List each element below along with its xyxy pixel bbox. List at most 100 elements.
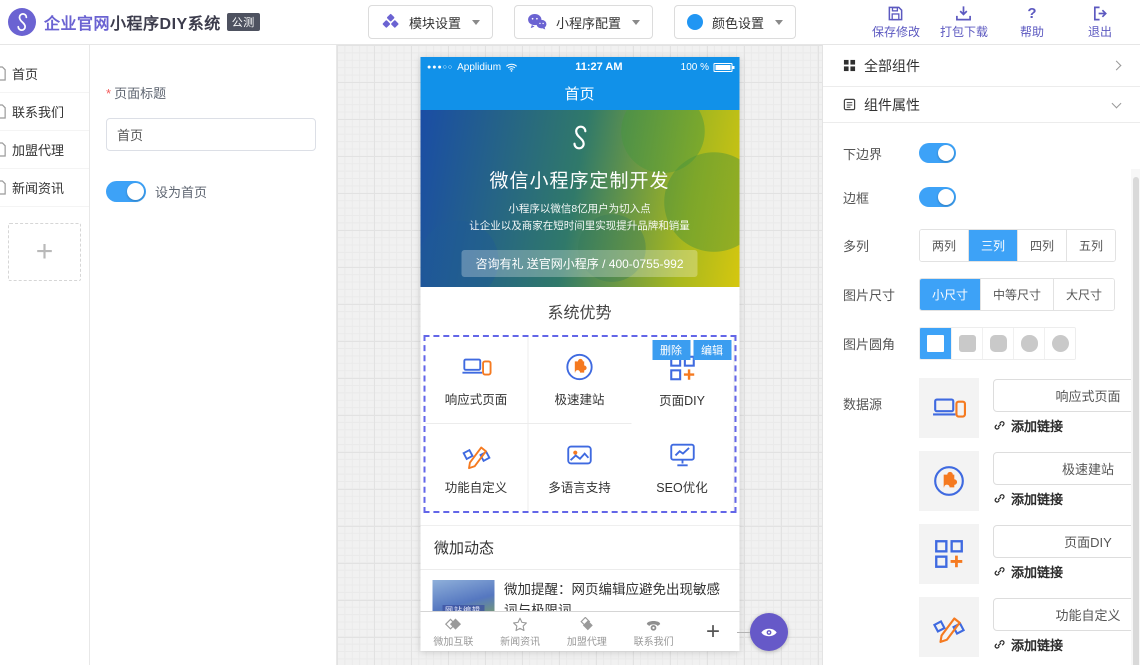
feature-label: 极速建站	[554, 389, 604, 408]
sidebar-item-agency[interactable]: 加盟代理	[0, 131, 89, 169]
page-icon	[0, 142, 7, 157]
delete-button[interactable]: 删除	[652, 340, 690, 360]
panel-header-label: 组件属性	[864, 95, 920, 115]
image-radius-row: 图片圆角	[823, 327, 1140, 360]
responsive-icon	[932, 391, 966, 425]
phone-nav-title: 首页	[564, 83, 594, 104]
columns-option-5[interactable]: 五列	[1066, 230, 1115, 261]
feature-item[interactable]: 响应式页面	[425, 337, 528, 424]
add-link-button[interactable]: 添加链接	[993, 489, 1140, 508]
link-icon	[993, 419, 1006, 432]
columns-option-2[interactable]: 两列	[920, 230, 968, 261]
pencil-icon	[461, 440, 491, 470]
columns-option-4[interactable]: 四列	[1017, 230, 1066, 261]
chevron-down-icon	[1112, 98, 1122, 108]
link-icon	[993, 638, 1006, 651]
sidebar-item-news[interactable]: 新闻资讯	[0, 169, 89, 207]
datasource-title-input[interactable]	[993, 379, 1140, 412]
puzzle-icon	[932, 464, 966, 498]
datasource-title-input[interactable]	[993, 452, 1140, 485]
radius-option-medium[interactable]	[982, 328, 1013, 359]
size-option-large[interactable]: 大尺寸	[1053, 279, 1114, 310]
design-canvas: ●●●○○ Applidium 11:27 AM 100 % 首页 微信小程序定…	[337, 45, 822, 665]
radius-option-circle[interactable]	[1044, 328, 1075, 359]
all-components-header[interactable]: 全部组件	[823, 45, 1140, 87]
columns-option-3[interactable]: 三列	[968, 230, 1017, 261]
sidebar-item-home[interactable]: 首页	[0, 55, 89, 93]
page-label: 联系我们	[12, 102, 64, 121]
feature-item[interactable]: SEO优化	[631, 424, 734, 511]
help-button[interactable]: ? 帮助	[1008, 5, 1056, 40]
feature-item[interactable]: 多语言支持	[528, 424, 631, 511]
page-properties-column: *页面标题 设为首页	[90, 45, 337, 665]
add-link-button[interactable]: 添加链接	[993, 635, 1140, 654]
list-icon	[843, 98, 856, 111]
carrier-label: Applidium	[457, 62, 501, 73]
tab-agency[interactable]: 加盟代理	[554, 615, 621, 648]
border-toggle[interactable]	[919, 187, 956, 207]
add-link-button[interactable]: 添加链接	[993, 416, 1140, 435]
banner-cta-button[interactable]: 咨询有礼 送官网小程序 / 400-0755-992	[461, 250, 697, 277]
datasource-row: 添加链接	[919, 451, 1140, 511]
save-button[interactable]: 保存修改	[872, 5, 920, 40]
radius-option-small[interactable]	[951, 328, 982, 359]
border-row: 边框	[823, 187, 1140, 207]
app-title: 企业官网 小程序DIY系统 公测	[44, 10, 260, 34]
plus-icon: +	[706, 618, 720, 645]
add-link-button[interactable]: 添加链接	[993, 562, 1140, 581]
datasource-list: 添加链接 添加链接	[919, 378, 1140, 665]
tab-weijia[interactable]: 微加互联	[420, 615, 487, 648]
app-title-secondary: 小程序DIY系统	[110, 10, 221, 34]
brand: 企业官网 小程序DIY系统 公测	[8, 8, 260, 36]
monitor-chart-icon	[667, 440, 697, 470]
module-settings-menu[interactable]: 模块设置	[368, 5, 493, 39]
tabbar-add-button[interactable]: +	[687, 618, 739, 646]
component-props-header[interactable]: 组件属性	[823, 87, 1140, 123]
selection-actions: 删除 编辑	[652, 340, 731, 360]
edit-button[interactable]: 编辑	[693, 340, 731, 360]
prop-label: 多列	[843, 236, 919, 255]
page-label: 首页	[12, 64, 38, 83]
datasource-thumb[interactable]	[919, 451, 979, 511]
feature-grid-component[interactable]: 删除 编辑 响应式页面 极速建站 页面DIY	[423, 335, 736, 513]
tab-contact[interactable]: 联系我们	[620, 615, 687, 648]
datasource-row: 添加链接	[919, 378, 1140, 438]
toolbar-menus: 模块设置 小程序配置 颜色设置	[368, 5, 796, 39]
news-section: 微加动态 网站编辑 微加提醒：网页编辑应避免出现敏感词与极限词	[420, 525, 739, 622]
scrollbar-thumb[interactable]	[1133, 177, 1139, 665]
miniprogram-config-menu[interactable]: 小程序配置	[514, 5, 653, 39]
radius-option-none[interactable]	[920, 328, 951, 359]
phone-navbar: 首页	[420, 77, 739, 110]
datasource-title-input[interactable]	[993, 525, 1140, 558]
tab-label: 联系我们	[634, 633, 674, 648]
datasource-thumb[interactable]	[919, 524, 979, 584]
phone-statusbar: ●●●○○ Applidium 11:27 AM 100 %	[420, 57, 739, 77]
sidebar-item-contact[interactable]: 联系我们	[0, 93, 89, 131]
tags-icon	[578, 617, 595, 632]
image-icon	[565, 440, 595, 470]
banner-carousel[interactable]: 微信小程序定制开发 小程序以微信8亿用户为切入点 让企业以及商家在短时间里实现提…	[420, 110, 739, 287]
set-home-toggle[interactable]	[106, 181, 146, 202]
size-option-medium[interactable]: 中等尺寸	[980, 279, 1053, 310]
tab-news[interactable]: 新闻资讯	[487, 615, 554, 648]
datasource-thumb[interactable]	[919, 378, 979, 438]
bottom-border-toggle[interactable]	[919, 143, 956, 163]
datasource-thumb[interactable]	[919, 597, 979, 657]
download-button[interactable]: 打包下载	[940, 5, 988, 40]
add-page-button[interactable]: +	[8, 223, 81, 281]
page-title-input[interactable]	[106, 118, 316, 151]
preview-button[interactable]	[750, 613, 788, 651]
exit-button[interactable]: 退出	[1076, 5, 1124, 40]
radius-option-large[interactable]	[1013, 328, 1044, 359]
phone-preview: ●●●○○ Applidium 11:27 AM 100 % 首页 微信小程序定…	[420, 57, 739, 651]
color-settings-menu[interactable]: 颜色设置	[674, 5, 796, 39]
size-option-small[interactable]: 小尺寸	[920, 279, 980, 310]
link-icon	[993, 565, 1006, 578]
toolbar-actions: 保存修改 打包下载 ? 帮助 退出	[872, 5, 1124, 40]
feature-item[interactable]: 极速建站	[528, 337, 631, 424]
set-home-row: 设为首页	[106, 181, 316, 202]
datasource-title-input[interactable]	[993, 598, 1140, 631]
tab-label: 微加互联	[433, 633, 473, 648]
feature-item[interactable]: 功能自定义	[425, 424, 528, 511]
diy-icon	[932, 537, 966, 571]
